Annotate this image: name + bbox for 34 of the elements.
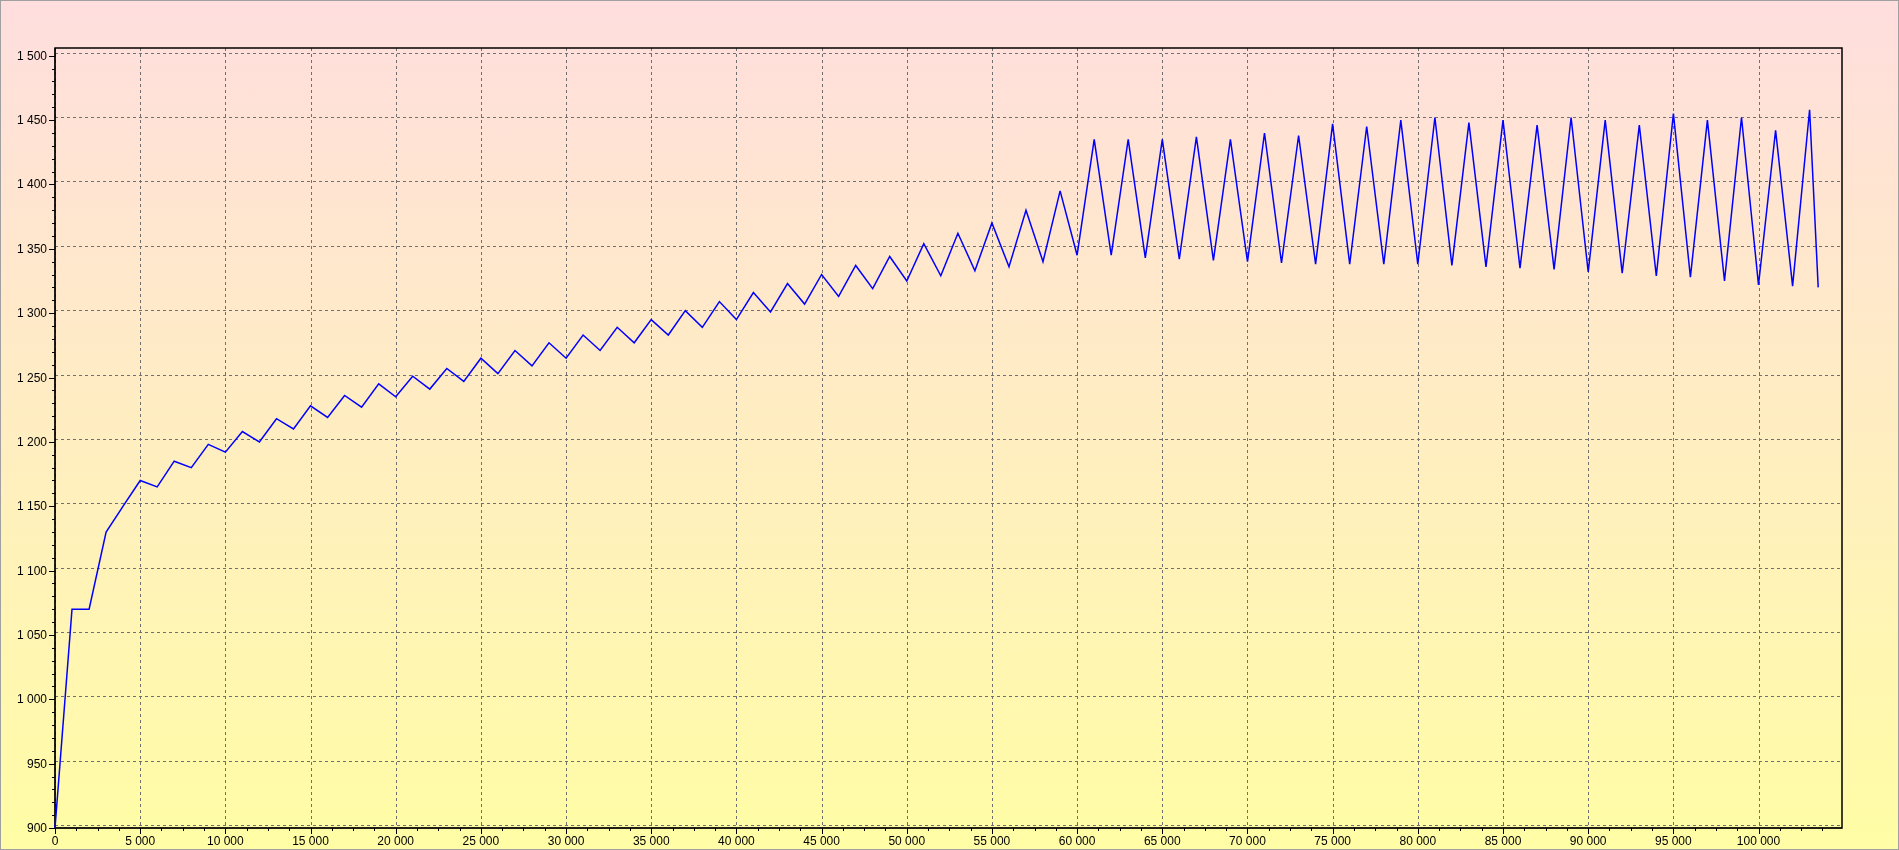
x-tick-label: 75 000 bbox=[1314, 834, 1351, 848]
x-tick-label: 85 000 bbox=[1484, 834, 1522, 848]
x-tick-label: 40 000 bbox=[718, 834, 755, 848]
y-tick-label: 1 350 bbox=[16, 241, 47, 256]
y-tick-label: 900 bbox=[26, 821, 47, 835]
x-tick-label: 5 000 bbox=[125, 834, 156, 848]
x-tick-label: 70 000 bbox=[1229, 834, 1266, 848]
x-tick-label: 55 000 bbox=[973, 834, 1011, 848]
y-tick-label: 950 bbox=[26, 756, 47, 771]
x-tick-label: 35 000 bbox=[632, 834, 670, 848]
x-tick-label: 60 000 bbox=[1058, 834, 1096, 848]
y-tick-label: 1 150 bbox=[16, 499, 47, 514]
x-tick-label: 80 000 bbox=[1399, 834, 1437, 848]
y-tick-label: 1 100 bbox=[16, 563, 47, 578]
x-tick-label: 30 000 bbox=[547, 834, 585, 848]
x-tick-label: 95 000 bbox=[1655, 834, 1692, 848]
x-tick-label: 20 000 bbox=[377, 834, 415, 848]
y-tick-label: 1 000 bbox=[16, 692, 47, 707]
y-tick-label: 1 050 bbox=[16, 627, 47, 642]
x-tick-label: 50 000 bbox=[888, 834, 926, 848]
x-tick-label: 100 000 bbox=[1736, 834, 1781, 848]
y-tick-label: 1 300 bbox=[16, 306, 47, 321]
x-tick-label: 25 000 bbox=[462, 834, 500, 848]
x-tick-label: 10 000 bbox=[207, 834, 244, 848]
y-tick-label: 1 400 bbox=[16, 177, 47, 192]
y-tick-label: 1 250 bbox=[16, 370, 47, 385]
y-tick-label: 1 450 bbox=[16, 113, 47, 128]
x-tick-label: 90 000 bbox=[1569, 834, 1607, 848]
x-tick-label: 65 000 bbox=[1143, 834, 1181, 848]
x-tick-label: 45 000 bbox=[803, 834, 840, 848]
x-tick-label: 15 000 bbox=[292, 834, 329, 848]
x-tick-label: 0 bbox=[51, 834, 59, 848]
y-tick-label: 1 200 bbox=[16, 434, 47, 449]
y-tick-label: 1 500 bbox=[16, 48, 47, 63]
